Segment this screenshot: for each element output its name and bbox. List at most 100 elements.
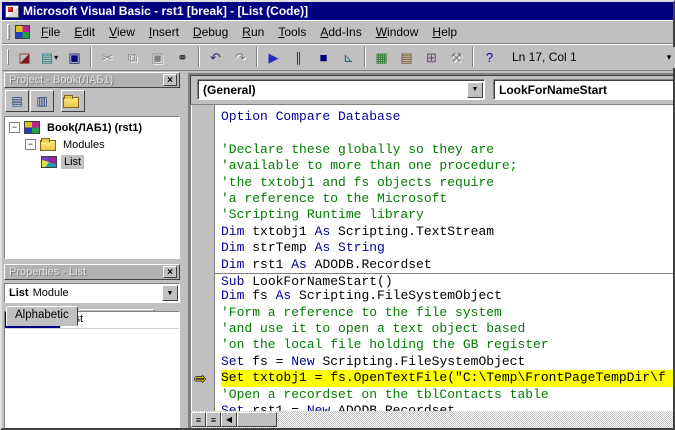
break-line[interactable]: Set txtobj1 = fs.OpenTextFile("C:\Temp\F… [221, 370, 673, 386]
scroll-left-icon[interactable]: ◀ [221, 412, 237, 427]
toolbox-button[interactable]: ⚒ [444, 46, 469, 69]
code-line[interactable]: Set rst1 = New ADODB.Recordset [221, 403, 673, 411]
menu-run[interactable]: Run [235, 23, 271, 41]
code-line[interactable]: Option Compare Database [221, 109, 673, 125]
procedure-view-button[interactable]: ≡ [191, 412, 206, 427]
insert-module-icon: ▤ [41, 51, 53, 64]
tree-item-list[interactable]: List [5, 153, 179, 170]
close-icon[interactable]: × [163, 74, 177, 86]
code-line[interactable]: 'on the local file holding the GB regist… [221, 337, 673, 353]
menu-help[interactable]: Help [425, 23, 464, 41]
code-line[interactable]: Dim fs As Scripting.FileSystemObject [221, 288, 673, 304]
code-line[interactable]: Set fs = New Scripting.FileSystemObject [221, 354, 673, 370]
project-panel-toolbar: ▤ ▥ [4, 88, 180, 114]
redo-icon: ↷ [235, 51, 246, 64]
vb-ide-window: Microsoft Visual Basic - rst1 [break] - … [0, 0, 675, 430]
view-object-icon: ▥ [36, 94, 47, 108]
project-explorer-panel: Project - Book(ЛАБ1) × ▤ ▥ −Book(ЛАБ1) (… [4, 72, 180, 261]
properties-panel-titlebar[interactable]: Properties - List × [4, 264, 180, 280]
code-line[interactable]: Dim txtobj1 As Scripting.TextStream [221, 224, 673, 240]
properties-grid: (Name)List [4, 311, 180, 428]
cut-icon: ✂ [102, 51, 113, 64]
toolbar-options-button[interactable]: ▾ [662, 47, 675, 68]
code-line[interactable]: 'and use it to open a text object based [221, 321, 673, 337]
full-module-view-button[interactable]: ≡ [206, 412, 221, 427]
properties-window-button[interactable]: ▤ [394, 46, 419, 69]
paste-button[interactable]: ▣ [145, 46, 170, 69]
child-window-icon[interactable] [15, 25, 30, 39]
object-combo[interactable]: (General) ▼ [197, 79, 485, 100]
code-combo-row: (General) ▼ LookForNameStart [190, 75, 673, 104]
view-object-button[interactable]: ▥ [30, 90, 54, 112]
window-title: Microsoft Visual Basic - rst1 [break] - … [23, 4, 308, 18]
menu-grip[interactable] [7, 24, 10, 40]
menu-tools[interactable]: Tools [271, 23, 313, 41]
code-editor[interactable]: ⇨ Option Compare Database 'Declare these… [190, 104, 673, 411]
view-code-button[interactable]: ▤ [5, 90, 29, 112]
project-explorer-button[interactable]: ▦ [369, 46, 394, 69]
break-button[interactable]: ∥ [286, 46, 311, 69]
horizontal-scrollbar[interactable]: ≡ ≡ ◀ [190, 411, 673, 428]
toolbar-grip[interactable] [7, 49, 9, 65]
stop-button[interactable]: ■ [311, 46, 336, 69]
redo-button[interactable]: ↷ [228, 46, 253, 69]
chevron-down-icon[interactable]: ▼ [162, 285, 178, 301]
code-line[interactable]: 'a reference to the Microsoft [221, 191, 673, 207]
tree-item-modules[interactable]: − Modules [5, 136, 179, 153]
code-line[interactable]: 'available to more than one procedure; [221, 158, 673, 174]
code-line[interactable]: 'Open a recordset on the tblContacts tab… [221, 387, 673, 403]
menu-insert[interactable]: Insert [142, 23, 186, 41]
menu-addins[interactable]: Add-Ins [313, 23, 368, 41]
property-value-cell[interactable]: List [61, 312, 179, 328]
tree-item-label[interactable]: Book(ЛАБ1) (rst1) [44, 121, 145, 135]
undo-button[interactable]: ↶ [203, 46, 228, 69]
help-button[interactable]: ? [477, 46, 502, 69]
left-dock: Project - Book(ЛАБ1) × ▤ ▥ −Book(ЛАБ1) (… [2, 71, 182, 428]
code-line[interactable] [221, 125, 673, 141]
code-text[interactable]: Option Compare Database 'Declare these g… [215, 105, 673, 411]
code-line[interactable]: Sub LookForNameStart() [215, 273, 673, 288]
tree-item-label[interactable]: Modules [60, 138, 108, 152]
menu-debug[interactable]: Debug [186, 23, 235, 41]
title-bar[interactable]: Microsoft Visual Basic - rst1 [break] - … [2, 2, 673, 20]
collapse-icon[interactable]: − [25, 139, 36, 150]
menu-view[interactable]: View [102, 23, 142, 41]
copy-button[interactable]: ⧉ [120, 46, 145, 69]
app-icon [5, 5, 19, 18]
margin-indicator-bar[interactable]: ⇨ [191, 105, 215, 411]
find-icon: ⚭ [177, 51, 188, 64]
toolbar-separator [90, 47, 92, 67]
tree-item-book-лаб1-rst1-[interactable]: − Book(ЛАБ1) (rst1) [5, 119, 179, 136]
run-icon: ▶ [269, 51, 279, 64]
chevron-down-icon[interactable]: ▼ [467, 82, 483, 98]
collapse-icon[interactable]: − [9, 122, 20, 133]
code-line[interactable]: 'Declare these globally so they are [221, 142, 673, 158]
toggle-folders-button[interactable] [61, 90, 85, 112]
code-line[interactable]: Dim rst1 As ADODB.Recordset [221, 257, 673, 273]
design-mode-button[interactable]: ⊾ [336, 46, 361, 69]
cut-button[interactable]: ✂ [95, 46, 120, 69]
menu-window[interactable]: Window [369, 23, 426, 41]
code-line[interactable]: 'Scripting Runtime library [221, 207, 673, 223]
find-button[interactable]: ⚭ [170, 46, 195, 69]
view-microsoft-access-button[interactable]: ◪ [12, 46, 37, 69]
run-button[interactable]: ▶ [261, 46, 286, 69]
object-browser-button[interactable]: ⊞ [419, 46, 444, 69]
insert-module-button[interactable]: ▤▾ [37, 46, 62, 69]
close-icon[interactable]: × [163, 266, 177, 278]
procedure-combo[interactable]: LookForNameStart [493, 79, 673, 100]
toolbar-separator [198, 47, 200, 67]
code-line[interactable]: 'the txtobj1 and fs objects require [221, 175, 673, 191]
menu-edit[interactable]: Edit [67, 23, 102, 41]
tree-item-label[interactable]: List [61, 155, 84, 169]
menu-file[interactable]: File [34, 23, 67, 41]
code-line[interactable]: 'Form a reference to the file system [221, 305, 673, 321]
save-button[interactable]: ▣ [62, 46, 87, 69]
chevron-down-icon: ▾ [54, 53, 58, 62]
project-panel-titlebar[interactable]: Project - Book(ЛАБ1) × [4, 72, 180, 88]
object-selector-combo[interactable]: List Module ▼ [4, 283, 180, 303]
object-browser-icon: ⊞ [426, 51, 437, 64]
scrollbar-thumb[interactable] [237, 412, 277, 427]
tab-alphabetic[interactable]: Alphabetic [6, 306, 78, 326]
code-line[interactable]: Dim strTemp As String [221, 240, 673, 256]
